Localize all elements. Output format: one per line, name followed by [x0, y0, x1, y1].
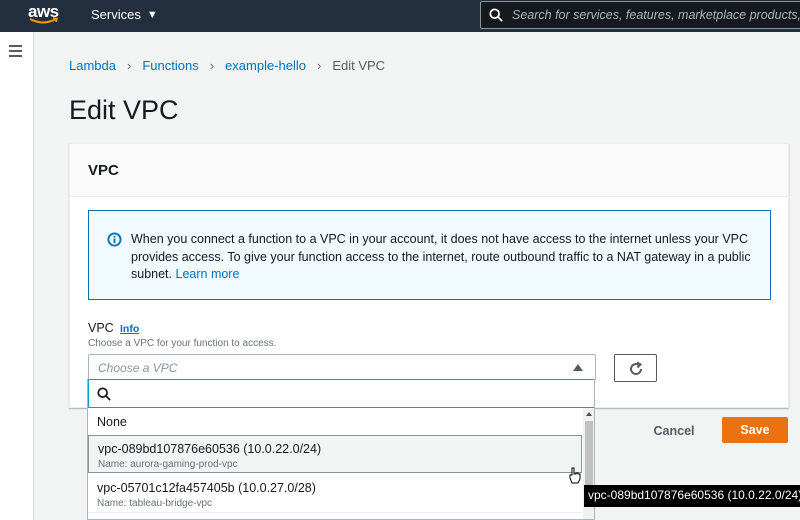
vpc-option-subtitle: Name: tableau-bridge-vpc: [97, 498, 213, 509]
vpc-dropdown: None vpc-089bd107876e60536 (10.0.22.0/24…: [87, 379, 595, 520]
chevron-right-icon: ›: [316, 58, 322, 73]
vpc-container: VPC When you connect a function to a VPC…: [69, 143, 789, 408]
aws-logo[interactable]: aws: [28, 2, 64, 27]
hamburger-menu-icon[interactable]: [9, 45, 22, 57]
search-icon: [97, 387, 111, 401]
container-header: VPC: [70, 144, 788, 197]
breadcrumb-current: Edit VPC: [332, 58, 386, 73]
dropdown-filter-input[interactable]: [117, 384, 587, 404]
option-tooltip: vpc-089bd107876e60536 (10.0.22.0/24): [584, 485, 800, 507]
vpc-select[interactable]: Choose a VPC: [88, 354, 596, 381]
side-rail: [0, 32, 34, 520]
caret-up-icon: [573, 364, 583, 371]
alert-message: When you connect a function to a VPC in …: [131, 231, 761, 284]
refresh-button[interactable]: [614, 354, 657, 382]
breadcrumb-lambda[interactable]: Lambda: [69, 58, 116, 73]
hand-cursor-icon: [569, 467, 581, 484]
info-icon: [107, 232, 122, 247]
refresh-icon: [630, 361, 643, 375]
vpc-field-description: Choose a VPC for your function to access…: [88, 338, 277, 349]
option-none[interactable]: None: [97, 415, 127, 429]
learn-more-link[interactable]: Learn more: [176, 267, 240, 281]
breadcrumb-functions[interactable]: Functions: [142, 58, 198, 73]
vpc-option[interactable]: vpc-089bd107876e60536 (10.0.22.0/24) Nam…: [88, 435, 582, 473]
vpc-select-placeholder: Choose a VPC: [98, 361, 178, 375]
caret-down-icon: ▼: [146, 8, 158, 21]
breadcrumb: Lambda › Functions › example-hello › Edi…: [69, 58, 385, 73]
save-button[interactable]: Save: [722, 417, 788, 443]
page-title: Edit VPC: [69, 95, 179, 125]
info-alert: When you connect a function to a VPC in …: [88, 210, 771, 300]
section-title: VPC: [88, 162, 119, 179]
vpc-option-title: vpc-089bd107876e60536 (10.0.22.0/24): [98, 442, 322, 456]
chevron-right-icon: ›: [126, 58, 132, 73]
search-icon: [489, 8, 503, 22]
vpc-option-subtitle: Name: aurora-gaming-prod-vpc: [98, 459, 238, 470]
global-search-input[interactable]: [512, 8, 800, 22]
scroll-up-icon[interactable]: [586, 412, 592, 416]
services-menu-button[interactable]: Services ▼: [91, 7, 158, 22]
scrollbar-thumb[interactable]: [585, 421, 593, 495]
dropdown-filter[interactable]: [88, 379, 594, 408]
top-navigation: aws Services ▼: [0, 0, 800, 32]
vpc-field-label: VPC: [88, 321, 114, 335]
vpc-option[interactable]: vpc-05701c12fa457405b (10.0.27.0/28) Nam…: [88, 475, 582, 513]
chevron-right-icon: ›: [209, 58, 215, 73]
vpc-info-link[interactable]: Info: [120, 323, 139, 335]
services-label: Services: [91, 7, 141, 22]
breadcrumb-function-name[interactable]: example-hello: [225, 58, 306, 73]
vpc-option-title: vpc-05701c12fa457405b (10.0.27.0/28): [97, 481, 316, 495]
global-search[interactable]: [480, 1, 800, 29]
aws-smile-icon: [29, 17, 59, 24]
cancel-button[interactable]: Cancel: [645, 421, 703, 441]
